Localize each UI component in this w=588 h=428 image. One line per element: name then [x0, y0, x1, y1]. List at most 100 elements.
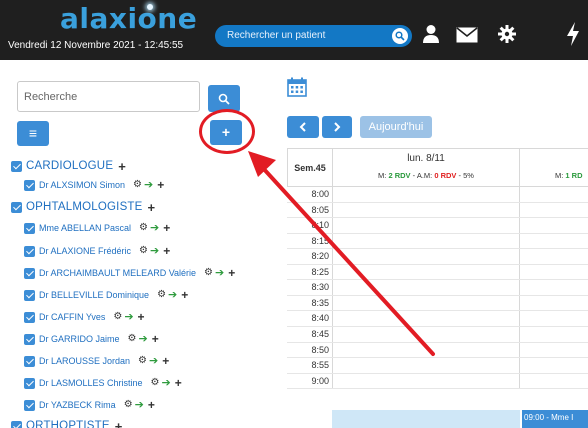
- doctor-checkbox[interactable]: [24, 377, 35, 389]
- arrow-right-icon[interactable]: ➔: [162, 377, 171, 389]
- patient-search-input[interactable]: Rechercher un patient: [215, 25, 412, 47]
- next-week-button[interactable]: [322, 116, 352, 138]
- time-slot-cell[interactable]: [332, 280, 520, 295]
- time-slot-row[interactable]: 8:30: [287, 280, 588, 296]
- previous-week-button[interactable]: [287, 116, 319, 138]
- time-slot-row[interactable]: 8:10: [287, 218, 588, 234]
- doctor-row[interactable]: Dr BELLEVILLE Dominique ⚙ ➔ +: [24, 287, 188, 303]
- doctor-row[interactable]: Dr ARCHAIMBAULT MELEARD Valérie ⚙ ➔ +: [24, 265, 235, 281]
- doctor-checkbox[interactable]: [24, 179, 35, 191]
- time-slot-row[interactable]: 8:15: [287, 233, 588, 250]
- arrow-right-icon[interactable]: ➔: [215, 267, 224, 279]
- doctor-row[interactable]: Dr ALAXIONE Frédéric ⚙ ➔ +: [24, 243, 170, 259]
- time-slot-cell[interactable]: [332, 187, 520, 202]
- arrow-right-icon[interactable]: ➔: [135, 399, 144, 411]
- lightning-icon[interactable]: [566, 22, 580, 51]
- arrow-right-icon[interactable]: ➔: [138, 333, 147, 345]
- doctor-row[interactable]: Dr CAFFIN Yves ⚙ ➔ +: [24, 309, 145, 325]
- appointment-block[interactable]: 09:00 - Mme I: [522, 410, 588, 428]
- gear-icon[interactable]: ⚙: [139, 246, 148, 256]
- gear-icon[interactable]: ⚙: [151, 378, 160, 388]
- time-slot-cell[interactable]: [332, 202, 520, 218]
- time-slot-row[interactable]: 8:40: [287, 311, 588, 327]
- time-slot-highlight[interactable]: [332, 410, 520, 428]
- add-doctor-icon[interactable]: +: [148, 201, 156, 214]
- plus-icon[interactable]: +: [181, 289, 188, 301]
- arrow-right-icon[interactable]: ➔: [150, 222, 159, 234]
- mail-icon[interactable]: [456, 27, 478, 48]
- doctor-checkbox[interactable]: [24, 245, 35, 257]
- gear-icon[interactable]: [497, 24, 517, 49]
- time-slot-cell[interactable]: [332, 311, 520, 326]
- plus-icon[interactable]: +: [163, 245, 170, 257]
- category-checkbox[interactable]: [11, 201, 22, 213]
- time-slot-row[interactable]: 8:00: [287, 187, 588, 203]
- category-checkbox[interactable]: [11, 420, 22, 428]
- doctor-checkbox[interactable]: [24, 355, 35, 367]
- time-slot-row[interactable]: 8:55: [287, 358, 588, 374]
- gear-icon[interactable]: ⚙: [157, 290, 166, 300]
- time-slot-cell[interactable]: [332, 249, 520, 264]
- today-button[interactable]: Aujourd'hui: [360, 116, 432, 138]
- time-slot-row[interactable]: 8:35: [287, 295, 588, 312]
- gear-icon[interactable]: ⚙: [128, 334, 137, 344]
- doctor-checkbox[interactable]: [24, 222, 35, 234]
- doctor-checkbox[interactable]: [24, 399, 35, 411]
- doctor-checkbox[interactable]: [24, 311, 35, 323]
- time-slot-cell[interactable]: [332, 326, 520, 342]
- doctor-row[interactable]: Dr YAZBECK Rima ⚙ ➔ +: [24, 397, 155, 413]
- time-slot-row[interactable]: 8:50: [287, 342, 588, 359]
- gear-icon[interactable]: ⚙: [133, 180, 142, 190]
- doctor-checkbox[interactable]: [24, 333, 35, 345]
- arrow-right-icon[interactable]: ➔: [144, 179, 153, 191]
- doctor-checkbox[interactable]: [24, 267, 35, 279]
- add-doctor-icon[interactable]: +: [115, 420, 123, 428]
- gear-icon[interactable]: ⚙: [113, 312, 122, 322]
- time-slot-row[interactable]: 8:45: [287, 326, 588, 343]
- doctor-checkbox[interactable]: [24, 289, 35, 301]
- time-slot-cell[interactable]: [332, 295, 520, 311]
- gear-icon[interactable]: ⚙: [124, 400, 133, 410]
- time-slot-cell[interactable]: [332, 342, 520, 358]
- arrow-right-icon[interactable]: ➔: [124, 311, 133, 323]
- add-doctor-icon[interactable]: +: [118, 160, 126, 173]
- calendar-icon[interactable]: [287, 77, 307, 102]
- menu-button[interactable]: ≡: [17, 121, 49, 146]
- plus-icon[interactable]: +: [228, 267, 235, 279]
- category-orthoptiste[interactable]: ORTHOPTISTE +: [11, 418, 122, 428]
- user-icon[interactable]: [422, 24, 440, 49]
- doctor-row[interactable]: Dr LASMOLLES Christine ⚙ ➔ +: [24, 375, 182, 391]
- time-slot-cell[interactable]: [332, 373, 520, 389]
- category-checkbox[interactable]: [11, 160, 22, 172]
- plus-icon[interactable]: +: [157, 179, 164, 191]
- gear-icon[interactable]: ⚙: [139, 223, 148, 233]
- day-column-header[interactable]: M: 1 RD: [520, 148, 588, 187]
- category-cardiologue[interactable]: CARDIOLOGUE +: [11, 158, 126, 174]
- doctor-row[interactable]: Dr LAROUSSE Jordan ⚙ ➔ +: [24, 353, 169, 369]
- arrow-right-icon[interactable]: ➔: [168, 289, 177, 301]
- plus-icon[interactable]: +: [162, 355, 169, 367]
- sidebar-search-input[interactable]: Recherche: [17, 81, 200, 112]
- time-slot-cell[interactable]: [332, 233, 520, 249]
- doctor-row[interactable]: Dr ALXSIMON Simon ⚙ ➔ +: [24, 177, 164, 193]
- day-column-header[interactable]: lun. 8/11 M: 2 RDV - A.M: 0 RDV - 5%: [332, 148, 520, 187]
- doctor-row[interactable]: Dr GARRIDO Jaime ⚙ ➔ +: [24, 331, 159, 347]
- category-ophtalmologiste[interactable]: OPHTALMOLOGISTE +: [11, 199, 155, 215]
- time-slot-cell[interactable]: [332, 264, 520, 280]
- plus-icon[interactable]: +: [175, 377, 182, 389]
- time-slot-row[interactable]: 8:20: [287, 249, 588, 265]
- plus-icon[interactable]: +: [138, 311, 145, 323]
- time-slot-row[interactable]: 9:00: [287, 373, 588, 390]
- app-logo[interactable]: alaxione: [60, 2, 197, 35]
- gear-icon[interactable]: ⚙: [204, 268, 213, 278]
- patient-search-button[interactable]: [392, 28, 408, 44]
- sidebar-search-button[interactable]: [208, 85, 240, 112]
- plus-icon[interactable]: +: [148, 399, 155, 411]
- plus-icon[interactable]: +: [152, 333, 159, 345]
- gear-icon[interactable]: ⚙: [138, 356, 147, 366]
- arrow-right-icon[interactable]: ➔: [149, 355, 158, 367]
- time-slot-cell[interactable]: [332, 358, 520, 373]
- time-slot-cell[interactable]: [332, 218, 520, 233]
- doctor-row[interactable]: Mme ABELLAN Pascal ⚙ ➔ +: [24, 220, 170, 236]
- time-slot-row[interactable]: 8:25: [287, 264, 588, 281]
